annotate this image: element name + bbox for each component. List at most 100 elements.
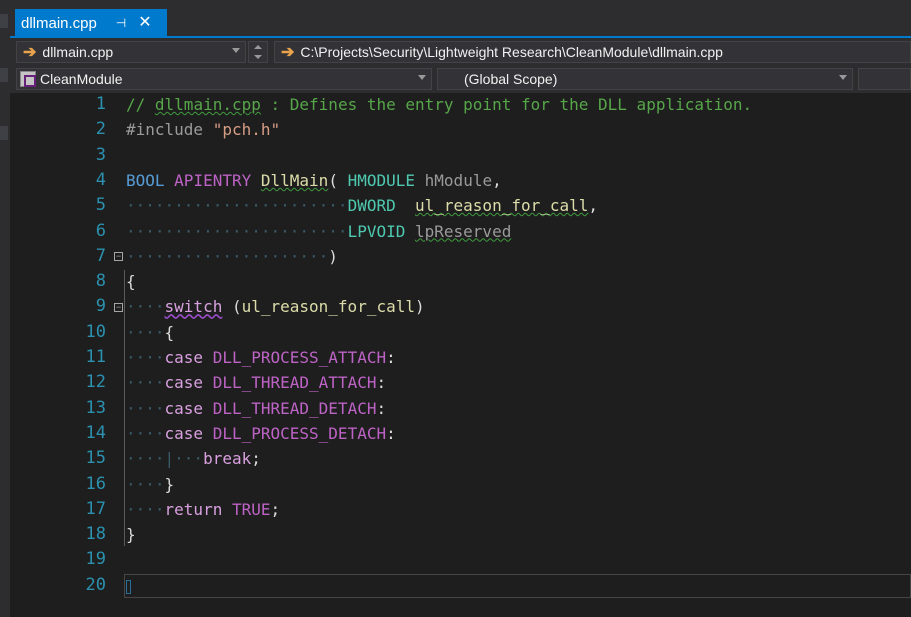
code-token: : <box>386 348 396 367</box>
code-token: ····················· <box>126 246 329 266</box>
code-token: #include <box>126 120 213 140</box>
fold-toggle-icon[interactable]: − <box>114 303 123 312</box>
code-token: case <box>164 423 204 443</box>
code-token: ul_reason_for_call <box>415 196 589 216</box>
code-line[interactable]: 11 ····case DLL_PROCESS_ATTACH: <box>0 345 911 370</box>
left-panel-marker <box>0 68 8 82</box>
project-combo-value: CleanModule <box>40 71 123 87</box>
code-line[interactable]: 7 ·····················) <box>0 244 911 269</box>
close-icon[interactable]: ✕ <box>135 13 155 33</box>
code-text: BOOL APIENTRY DllMain( HMODULE hModule, <box>126 168 502 193</box>
chevron-up-icon[interactable] <box>254 45 262 49</box>
navigation-bar-scope: CleanModule (Global Scope) <box>10 66 911 93</box>
code-line[interactable]: 14 ····case DLL_PROCESS_DETACH: <box>0 421 911 446</box>
code-text: { <box>126 269 136 294</box>
code-token: return <box>164 499 223 519</box>
code-line[interactable]: 5 ·······················DWORD ul_reason_… <box>0 193 911 218</box>
tab-dllmain[interactable]: dllmain.cpp ⊣ ✕ <box>15 9 167 38</box>
left-panel-marker <box>0 14 8 28</box>
file-combo[interactable]: ➔ dllmain.cpp <box>16 41 246 63</box>
code-token: ······················· <box>126 221 348 241</box>
code-token: ···· <box>126 322 165 342</box>
line-number: 12 <box>85 372 106 393</box>
scope-combo[interactable]: (Global Scope) <box>437 68 853 90</box>
code-line[interactable]: 18} <box>0 522 911 547</box>
code-line[interactable]: 6 ·······················LPVOID lpReserve… <box>0 219 911 244</box>
code-token: // <box>126 95 155 114</box>
fold-guide <box>124 270 125 546</box>
code-token: { <box>126 272 136 292</box>
pin-icon[interactable]: ⊣ <box>113 15 129 31</box>
code-line[interactable]: 2 #include "pch.h" <box>0 117 911 142</box>
code-text: ····case DLL_THREAD_ATTACH: <box>126 370 386 395</box>
fold-toggle-icon[interactable]: − <box>114 252 123 261</box>
code-token: ul_reason_for_call <box>241 297 415 317</box>
text-caret <box>126 580 131 594</box>
arrow-right-icon: ➔ <box>281 44 295 61</box>
line-number: 4 <box>95 169 106 190</box>
code-token: : <box>376 373 387 393</box>
code-token: } <box>164 474 175 494</box>
code-token: ( <box>328 170 348 190</box>
code-line[interactable]: 13 ····case DLL_THREAD_DETACH: <box>0 396 911 421</box>
code-token: ) <box>328 246 338 266</box>
code-token: { <box>164 322 175 342</box>
chevron-down-icon <box>839 75 847 80</box>
code-text: ····} <box>126 472 174 497</box>
code-token: : <box>386 423 396 443</box>
code-line[interactable]: 8{ <box>0 269 911 294</box>
line-number: 9 <box>95 296 106 317</box>
code-line[interactable]: 16 ····} <box>0 472 911 497</box>
code-token: DWORD <box>347 196 396 216</box>
code-token: ···· <box>126 398 165 418</box>
file-path-box[interactable]: ➔ C:\Projects\Security\Lightweight Resea… <box>274 41 911 63</box>
code-token: TRUE <box>231 499 271 519</box>
code-token: ···· <box>126 348 165 367</box>
code-line[interactable]: 10 ····{ <box>0 320 911 345</box>
code-token: case <box>164 398 204 418</box>
code-text: ····case DLL_PROCESS_DETACH: <box>126 421 396 446</box>
line-number: 5 <box>95 195 106 216</box>
code-text: ····return TRUE; <box>126 497 280 522</box>
code-token: ···· <box>126 474 165 494</box>
code-text: ····|···break; <box>126 446 261 471</box>
code-token: switch <box>164 297 223 317</box>
code-token: case <box>164 348 204 367</box>
code-token: BOOL <box>126 170 165 190</box>
code-line[interactable]: 4 BOOL APIENTRY DllMain( HMODULE hModule, <box>0 168 911 193</box>
code-line[interactable]: 12 ····case DLL_THREAD_ATTACH: <box>0 370 911 395</box>
member-combo[interactable] <box>858 68 911 90</box>
chevron-down-icon[interactable] <box>254 55 262 59</box>
line-number: 15 <box>85 448 106 469</box>
code-text: ·······················DWORD ul_reason_f… <box>126 193 598 218</box>
code-text: ····{ <box>126 320 174 345</box>
code-line[interactable]: 19 <box>0 547 911 572</box>
code-token: hModule <box>424 170 493 190</box>
code-line[interactable]: 9 ····switch (ul_reason_for_call) <box>0 294 911 319</box>
line-number: 3 <box>95 144 106 165</box>
code-token: } <box>126 525 136 545</box>
code-token: DLL_THREAD_DETACH <box>212 398 377 418</box>
line-number: 13 <box>85 397 106 418</box>
code-line[interactable]: 1 // dllmain.cpp : Defines the entry poin… <box>0 92 911 117</box>
line-number: 20 <box>85 574 106 595</box>
code-token: APIENTRY <box>174 170 252 190</box>
code-token: ······················· <box>126 196 348 216</box>
code-token: ···· <box>126 423 165 443</box>
code-line[interactable]: 3 <box>0 143 911 168</box>
file-spinner[interactable] <box>248 41 268 63</box>
navigation-bar-top: ➔ dllmain.cpp ➔ C:\Projects\Security\Lig… <box>10 38 911 66</box>
code-line[interactable]: 15 ····|···break; <box>0 446 911 471</box>
code-token: ; <box>270 499 281 519</box>
line-number: 8 <box>95 271 106 292</box>
document-tab-strip: dllmain.cpp ⊣ ✕ <box>10 0 911 38</box>
line-number: 10 <box>85 321 106 342</box>
code-line[interactable]: 17 ····return TRUE; <box>0 497 911 522</box>
project-combo[interactable]: CleanModule <box>16 68 432 90</box>
